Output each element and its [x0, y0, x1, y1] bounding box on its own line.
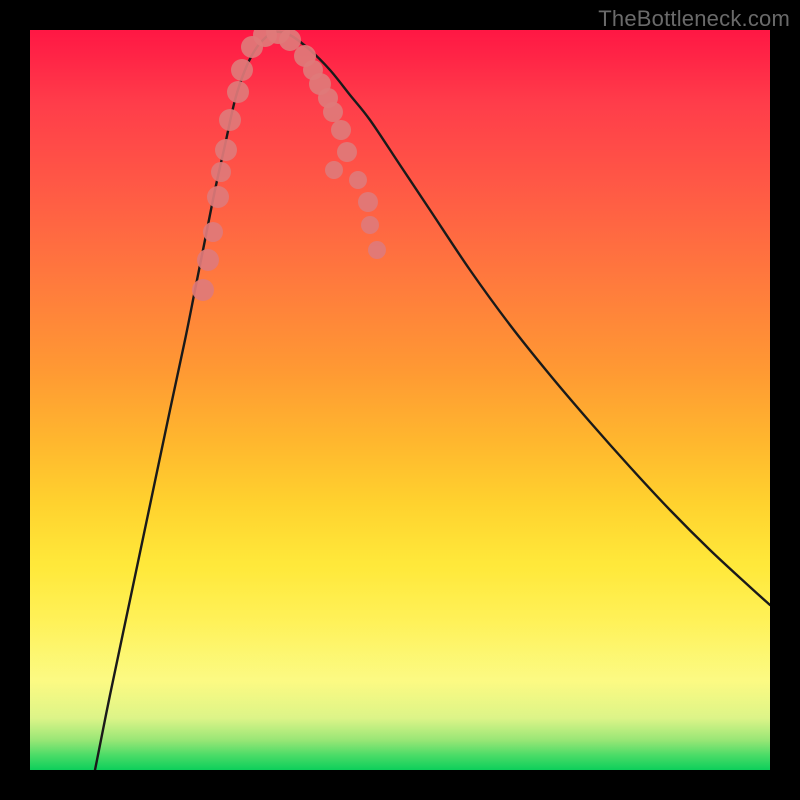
- marker-dot: [227, 81, 249, 103]
- bottleneck-curve: [95, 32, 770, 770]
- marker-dot: [215, 139, 237, 161]
- marker-dot: [323, 102, 343, 122]
- chart-frame: TheBottleneck.com: [0, 0, 800, 800]
- marker-dot: [231, 59, 253, 81]
- marker-dot: [325, 161, 343, 179]
- marker-dot: [337, 142, 357, 162]
- marker-dot: [358, 192, 378, 212]
- marker-group: [192, 30, 386, 301]
- marker-dot: [211, 162, 231, 182]
- marker-dot: [197, 249, 219, 271]
- marker-dot: [207, 186, 229, 208]
- marker-dot: [219, 109, 241, 131]
- marker-dot: [368, 241, 386, 259]
- marker-dot: [361, 216, 379, 234]
- curve-svg: [30, 30, 770, 770]
- marker-dot: [203, 222, 223, 242]
- marker-dot: [349, 171, 367, 189]
- plot-area: [30, 30, 770, 770]
- watermark-text: TheBottleneck.com: [598, 6, 790, 32]
- marker-dot: [331, 120, 351, 140]
- marker-dot: [192, 279, 214, 301]
